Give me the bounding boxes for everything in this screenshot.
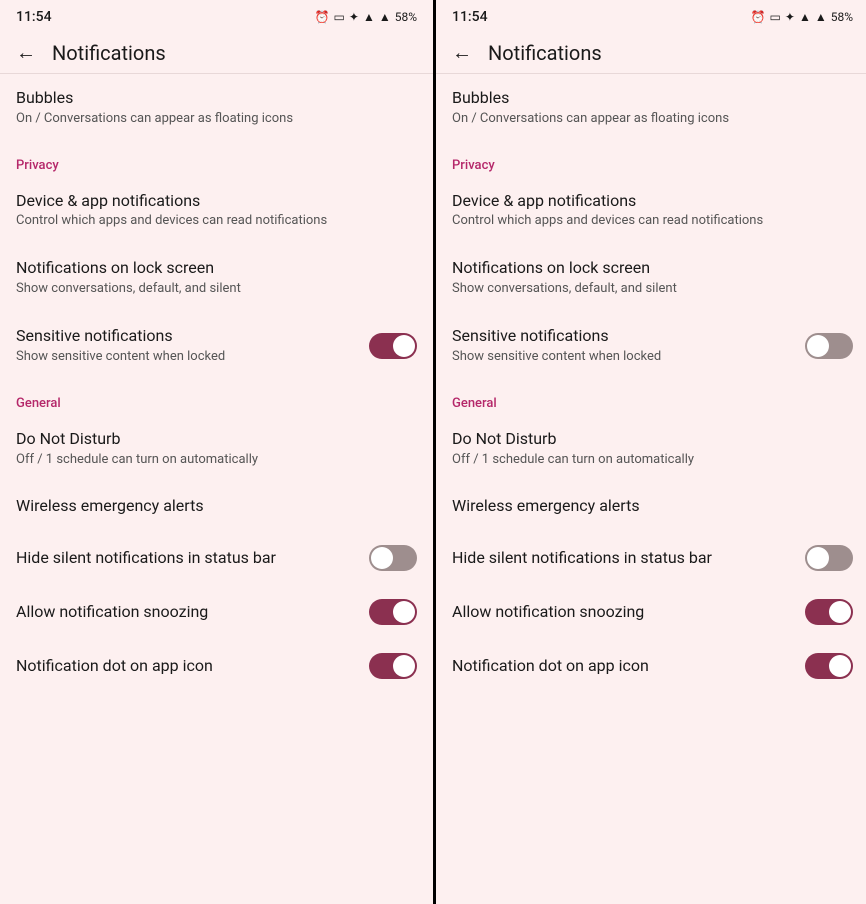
screen-icon: ▭ xyxy=(334,10,345,24)
sensitive-toggle-right[interactable] xyxy=(805,333,853,359)
hide-silent-item-right[interactable]: Hide silent notifications in status bar xyxy=(436,531,866,585)
dnd-subtitle-right: Off / 1 schedule can turn on automatical… xyxy=(452,452,853,469)
notification-dot-item-right[interactable]: Notification dot on app icon xyxy=(436,639,866,693)
bluetooth-icon-r: ✦ xyxy=(785,10,795,24)
hide-silent-title-left: Hide silent notifications in status bar xyxy=(16,548,357,569)
hide-silent-item-left[interactable]: Hide silent notifications in status bar xyxy=(0,531,433,585)
sensitive-toggle-knob-right xyxy=(807,335,829,357)
status-icons-left: ⏰ ▭ ✦ ▲ ▲ 58% xyxy=(315,10,417,24)
status-time-right: 11:54 xyxy=(452,9,488,25)
top-bar-right: ← Notifications xyxy=(436,32,866,74)
notification-dot-item-left[interactable]: Notification dot on app icon xyxy=(0,639,433,693)
device-notifications-title-left: Device & app notifications xyxy=(16,191,417,212)
hide-silent-title-right: Hide silent notifications in status bar xyxy=(452,548,793,569)
phone-panel-right: 11:54 ⏰ ▭ ✦ ▲ ▲ 58% ← Notifications Bubb… xyxy=(436,0,866,904)
bubbles-subtitle-left: On / Conversations can appear as floatin… xyxy=(16,111,417,128)
device-notifications-item-left[interactable]: Device & app notifications Control which… xyxy=(0,177,433,245)
page-title-left: Notifications xyxy=(52,41,166,65)
sensitive-notifications-subtitle-left: Show sensitive content when locked xyxy=(16,349,357,366)
notification-dot-toggle-knob-right xyxy=(829,655,851,677)
dnd-item-left[interactable]: Do Not Disturb Off / 1 schedule can turn… xyxy=(0,415,433,483)
lock-screen-title-left: Notifications on lock screen xyxy=(16,258,417,279)
notification-dot-title-left: Notification dot on app icon xyxy=(16,656,357,677)
wireless-alerts-title-left: Wireless emergency alerts xyxy=(16,496,417,517)
alarm-icon-r: ⏰ xyxy=(751,10,766,24)
bubbles-title-right: Bubbles xyxy=(452,88,853,109)
battery-text-left: 58% xyxy=(395,10,417,24)
dnd-item-right[interactable]: Do Not Disturb Off / 1 schedule can turn… xyxy=(436,415,866,483)
signal-icon: ▲ xyxy=(379,10,391,24)
general-header-right: General xyxy=(436,380,866,415)
back-button-left[interactable]: ← xyxy=(16,40,36,65)
notification-dot-toggle-left[interactable] xyxy=(369,653,417,679)
allow-snoozing-title-left: Allow notification snoozing xyxy=(16,602,357,623)
hide-silent-toggle-knob-left xyxy=(371,547,393,569)
lock-screen-item-right[interactable]: Notifications on lock screen Show conver… xyxy=(436,244,866,312)
lock-screen-subtitle-left: Show conversations, default, and silent xyxy=(16,281,417,298)
bubbles-subtitle-right: On / Conversations can appear as floatin… xyxy=(452,111,853,128)
lock-screen-title-right: Notifications on lock screen xyxy=(452,258,853,279)
lock-screen-item-left[interactable]: Notifications on lock screen Show conver… xyxy=(0,244,433,312)
wireless-alerts-item-right[interactable]: Wireless emergency alerts xyxy=(436,482,866,531)
allow-snoozing-item-right[interactable]: Allow notification snoozing xyxy=(436,585,866,639)
hide-silent-toggle-knob-right xyxy=(807,547,829,569)
sensitive-notifications-item-left[interactable]: Sensitive notifications Show sensitive c… xyxy=(0,312,433,380)
page-title-right: Notifications xyxy=(488,41,602,65)
privacy-header-left: Privacy xyxy=(0,142,433,177)
notification-dot-title-right: Notification dot on app icon xyxy=(452,656,793,677)
dnd-title-left: Do Not Disturb xyxy=(16,429,417,450)
signal-icon-r: ▲ xyxy=(815,10,827,24)
general-header-left: General xyxy=(0,380,433,415)
allow-snoozing-toggle-left[interactable] xyxy=(369,599,417,625)
back-button-right[interactable]: ← xyxy=(452,40,472,65)
sensitive-notifications-title-right: Sensitive notifications xyxy=(452,326,793,347)
status-time-left: 11:54 xyxy=(16,9,52,25)
device-notifications-subtitle-left: Control which apps and devices can read … xyxy=(16,213,417,230)
wifi-icon-r: ▲ xyxy=(799,10,811,24)
content-left: Bubbles On / Conversations can appear as… xyxy=(0,74,433,904)
wifi-icon: ▲ xyxy=(363,10,375,24)
dnd-title-right: Do Not Disturb xyxy=(452,429,853,450)
allow-snoozing-toggle-right[interactable] xyxy=(805,599,853,625)
status-icons-right: ⏰ ▭ ✦ ▲ ▲ 58% xyxy=(751,10,853,24)
sensitive-notifications-item-right[interactable]: Sensitive notifications Show sensitive c… xyxy=(436,312,866,380)
wireless-alerts-item-left[interactable]: Wireless emergency alerts xyxy=(0,482,433,531)
sensitive-toggle-left[interactable] xyxy=(369,333,417,359)
alarm-icon: ⏰ xyxy=(315,10,330,24)
allow-snoozing-item-left[interactable]: Allow notification snoozing xyxy=(0,585,433,639)
screen-icon-r: ▭ xyxy=(770,10,781,24)
status-bar-right: 11:54 ⏰ ▭ ✦ ▲ ▲ 58% xyxy=(436,0,866,32)
wireless-alerts-title-right: Wireless emergency alerts xyxy=(452,496,853,517)
hide-silent-toggle-left[interactable] xyxy=(369,545,417,571)
sensitive-toggle-knob-left xyxy=(393,335,415,357)
device-notifications-item-right[interactable]: Device & app notifications Control which… xyxy=(436,177,866,245)
top-bar-left: ← Notifications xyxy=(0,32,433,74)
sensitive-notifications-subtitle-right: Show sensitive content when locked xyxy=(452,349,793,366)
bubbles-item-right[interactable]: Bubbles On / Conversations can appear as… xyxy=(436,74,866,142)
sensitive-notifications-title-left: Sensitive notifications xyxy=(16,326,357,347)
lock-screen-subtitle-right: Show conversations, default, and silent xyxy=(452,281,853,298)
bubbles-item-left[interactable]: Bubbles On / Conversations can appear as… xyxy=(0,74,433,142)
bubbles-title-left: Bubbles xyxy=(16,88,417,109)
hide-silent-toggle-right[interactable] xyxy=(805,545,853,571)
notification-dot-toggle-right[interactable] xyxy=(805,653,853,679)
battery-text-right: 58% xyxy=(831,10,853,24)
bluetooth-icon: ✦ xyxy=(349,10,359,24)
allow-snoozing-toggle-knob-right xyxy=(829,601,851,623)
device-notifications-subtitle-right: Control which apps and devices can read … xyxy=(452,213,853,230)
status-bar-left: 11:54 ⏰ ▭ ✦ ▲ ▲ 58% xyxy=(0,0,433,32)
device-notifications-title-right: Device & app notifications xyxy=(452,191,853,212)
phone-panel-left: 11:54 ⏰ ▭ ✦ ▲ ▲ 58% ← Notifications Bubb… xyxy=(0,0,433,904)
notification-dot-toggle-knob-left xyxy=(393,655,415,677)
dnd-subtitle-left: Off / 1 schedule can turn on automatical… xyxy=(16,452,417,469)
allow-snoozing-toggle-knob-left xyxy=(393,601,415,623)
allow-snoozing-title-right: Allow notification snoozing xyxy=(452,602,793,623)
content-right: Bubbles On / Conversations can appear as… xyxy=(436,74,866,904)
privacy-header-right: Privacy xyxy=(436,142,866,177)
